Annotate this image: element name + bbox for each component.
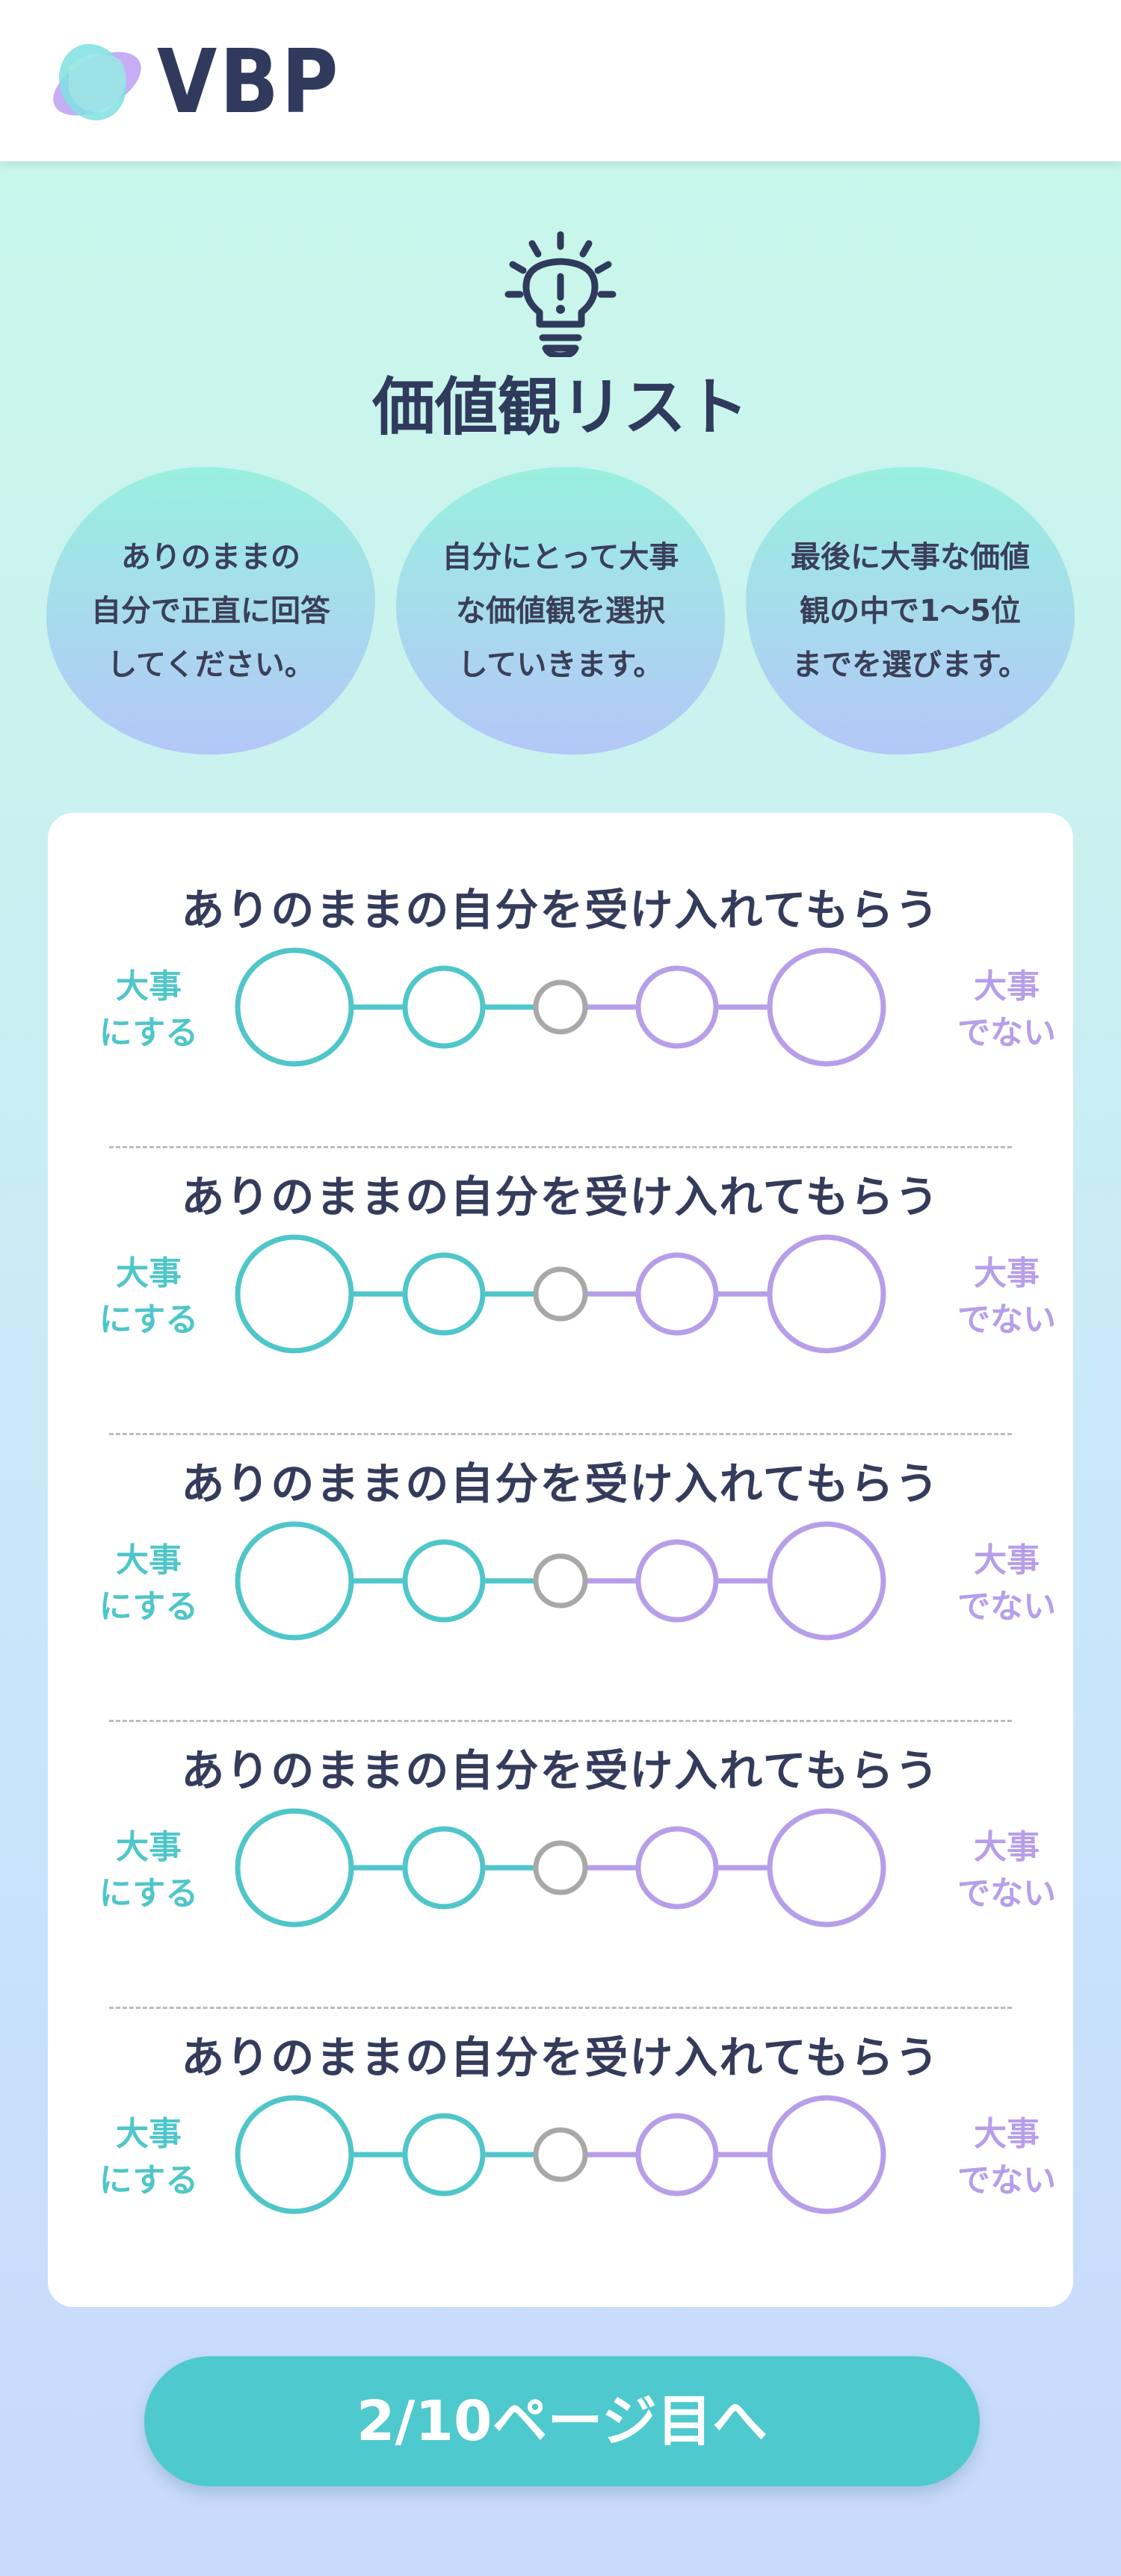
divider bbox=[109, 1433, 1012, 1435]
rating-option-not-important[interactable] bbox=[635, 1252, 719, 1336]
rating-scale bbox=[235, 2095, 886, 2214]
question-item: ありのままの自分を受け入れてもらう 大事 にする 大事 でない bbox=[48, 1167, 1073, 1454]
rating-option-important[interactable] bbox=[402, 965, 486, 1049]
rating-option-not-important-at-all[interactable] bbox=[767, 947, 886, 1067]
divider bbox=[109, 1720, 1012, 1722]
question-item: ありのままの自分を受け入れてもらう 大事 にする 大事 でない bbox=[48, 2028, 1073, 2315]
rating-option-not-important-at-all[interactable] bbox=[767, 1234, 886, 1354]
divider bbox=[109, 1146, 1012, 1148]
rating-option-neutral[interactable] bbox=[533, 1266, 588, 1322]
logo-text: VBP bbox=[157, 30, 342, 133]
step-bubble-3: 最後に大事な価値 観の中で1〜5位 までを選びます。 bbox=[746, 467, 1075, 755]
app-header: VBP bbox=[0, 0, 1121, 161]
logo-mark-icon bbox=[53, 43, 141, 121]
rating-option-not-important-at-all[interactable] bbox=[767, 1808, 886, 1928]
rating-option-very-important[interactable] bbox=[235, 1521, 354, 1641]
rating-option-not-important-at-all[interactable] bbox=[767, 2095, 886, 2214]
question-item: ありのままの自分を受け入れてもらう 大事 にする 大事 でない bbox=[48, 1741, 1073, 2028]
logo[interactable]: VBP bbox=[46, 37, 339, 127]
question-item: ありのままの自分を受け入れてもらう 大事 にする 大事 でない bbox=[48, 880, 1073, 1167]
rating-option-not-important[interactable] bbox=[635, 1826, 719, 1910]
rating-option-very-important[interactable] bbox=[235, 947, 354, 1067]
rating-option-not-important[interactable] bbox=[635, 965, 719, 1049]
rating-option-very-important[interactable] bbox=[235, 1808, 354, 1928]
rating-option-not-important[interactable] bbox=[635, 2113, 719, 2196]
rating-option-neutral[interactable] bbox=[533, 1553, 588, 1609]
rating-option-neutral[interactable] bbox=[533, 2127, 588, 2182]
rating-scale bbox=[235, 1808, 886, 1928]
rating-scale bbox=[235, 1234, 886, 1354]
rating-option-not-important-at-all[interactable] bbox=[767, 1521, 886, 1641]
question-card: ありのままの自分を受け入れてもらう 大事 にする 大事 でない ありのままの自分… bbox=[48, 813, 1073, 2307]
page-title: 価値観リスト bbox=[371, 371, 749, 444]
rating-scale bbox=[235, 947, 886, 1067]
step-text-1: ありのままの 自分で正直に回答 してください。 bbox=[91, 539, 330, 682]
rating-option-very-important[interactable] bbox=[235, 2095, 354, 2214]
rating-option-important[interactable] bbox=[402, 1826, 486, 1910]
rating-option-important[interactable] bbox=[402, 1539, 486, 1623]
rating-option-important[interactable] bbox=[402, 2113, 486, 2196]
step-text-3: 最後に大事な価値 観の中で1〜5位 までを選びます。 bbox=[791, 539, 1030, 682]
step-text-2: 自分にとって大事 な価値観を選択 していきます。 bbox=[442, 539, 679, 682]
rating-option-very-important[interactable] bbox=[235, 1234, 354, 1354]
step-bubble-1: ありのままの 自分で正直に回答 してください。 bbox=[46, 467, 375, 755]
rating-option-important[interactable] bbox=[402, 1252, 486, 1336]
lightbulb-icon bbox=[504, 231, 617, 357]
rating-option-not-important[interactable] bbox=[635, 1539, 719, 1623]
question-item: ありのままの自分を受け入れてもらう 大事 にする 大事 でない bbox=[48, 1454, 1073, 1741]
rating-scale bbox=[235, 1521, 886, 1641]
rating-option-neutral[interactable] bbox=[533, 1840, 588, 1895]
rating-option-neutral[interactable] bbox=[533, 979, 588, 1035]
step-bubble-2: 自分にとって大事 な価値観を選択 していきます。 bbox=[396, 467, 725, 755]
next-page-button[interactable]: 2/10ページ目へ bbox=[144, 2356, 980, 2486]
divider bbox=[109, 2007, 1012, 2009]
